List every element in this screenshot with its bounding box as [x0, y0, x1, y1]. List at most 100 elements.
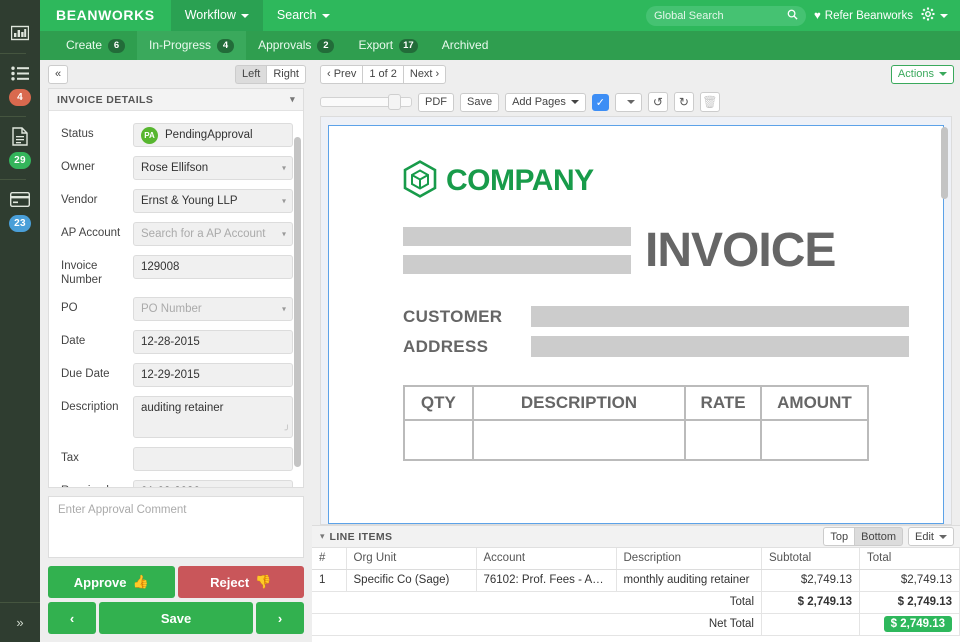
app-root: 4 29 23 » BEANWORKS Workflow Search Glob…: [0, 0, 960, 642]
line-items-tools: Top Bottom Edit: [823, 527, 954, 546]
document-col-qty: QTY: [404, 386, 473, 420]
zoom-slider[interactable]: [320, 94, 412, 110]
invoice-number-input[interactable]: 129008: [133, 255, 293, 279]
net-total-cell: $ 2,749.13: [859, 613, 960, 636]
page-nav-group: ‹ Prev 1 of 2 Next ›: [320, 64, 447, 84]
subnav-item-approvals[interactable]: Approvals 2: [246, 31, 346, 60]
line-items-edit-button[interactable]: Edit: [908, 527, 954, 546]
column-account[interactable]: Account: [476, 548, 617, 570]
line-items-top-button[interactable]: Top: [823, 527, 855, 546]
subnav-item-in-progress[interactable]: In-Progress 4: [137, 31, 247, 60]
approve-reject-row: Approve 👍 Reject 👎: [48, 566, 304, 598]
document-tools-toolbar: PDF Save Add Pages ✓ ↺ ↻ 🗑: [312, 88, 960, 116]
tax-input[interactable]: [133, 446, 293, 471]
undo-button[interactable]: ↺: [647, 92, 668, 112]
add-pages-label: Add Pages: [512, 96, 566, 108]
owner-select[interactable]: Rose Ellifson ▾: [133, 156, 293, 180]
subnav-item-create[interactable]: Create 6: [54, 31, 137, 60]
next-page-button[interactable]: Next ›: [402, 64, 447, 84]
subnav-item-export[interactable]: Export 17: [346, 31, 429, 60]
approval-comment-placeholder: Enter Approval Comment: [58, 504, 187, 516]
topnav-search[interactable]: Search: [263, 0, 344, 31]
rail-expand-button[interactable]: »: [0, 602, 40, 642]
global-search-input[interactable]: Global Search: [645, 5, 806, 26]
description-textarea[interactable]: auditing retainer ╯: [133, 395, 293, 438]
invoice-document[interactable]: COMPANY INVOICE CUSTOMER ADDRESS QTY DES…: [328, 125, 944, 524]
table-row[interactable]: 1 Specific Co (Sage) 76102: Prof. Fees -…: [312, 569, 960, 592]
collapse-panel-button[interactable]: «: [48, 64, 69, 84]
rail-item-payments[interactable]: 23: [0, 180, 40, 242]
zoom-slider-handle[interactable]: [388, 94, 401, 110]
refer-label: Refer Beanworks: [824, 9, 913, 22]
side-toggle-right[interactable]: Right: [266, 64, 306, 84]
document-customer-row: CUSTOMER: [403, 306, 917, 327]
app-brand[interactable]: BEANWORKS: [40, 0, 171, 31]
refer-beanworks-link[interactable]: ♥ Refer Beanworks: [806, 10, 921, 22]
field-description: Description auditing retainer ╯: [61, 395, 293, 438]
settings-menu-button[interactable]: [921, 7, 950, 24]
prev-page-button[interactable]: ‹ Prev: [320, 64, 363, 84]
add-pages-button[interactable]: Add Pages: [505, 92, 586, 112]
vendor-select[interactable]: Ernst & Young LLP ▾: [133, 189, 293, 213]
document-scrollbar-thumb[interactable]: [941, 127, 948, 199]
chevron-down-icon: ▾: [281, 304, 286, 314]
save-button[interactable]: Save: [99, 602, 253, 634]
redacted-bar: [531, 306, 909, 327]
delete-page-button[interactable]: 🗑: [699, 92, 720, 112]
rail-item-dashboard[interactable]: [0, 14, 40, 53]
approval-comment-input[interactable]: Enter Approval Comment: [48, 496, 304, 558]
topnav-workflow[interactable]: Workflow: [170, 0, 263, 31]
ap-account-placeholder: Search for a AP Account: [141, 228, 266, 240]
invoice-details-header[interactable]: INVOICE DETAILS ▾: [49, 89, 303, 111]
document-canvas[interactable]: COMPANY INVOICE CUSTOMER ADDRESS QTY DES…: [320, 116, 952, 525]
credit-card-icon: [9, 189, 31, 209]
ap-account-select[interactable]: Search for a AP Account ▾: [133, 222, 293, 246]
field-status: Status PA PendingApproval: [61, 123, 293, 147]
chevron-down-icon: ▾: [290, 94, 295, 104]
line-items-header: ▾ LINE ITEMS Top Bottom Edit: [312, 526, 960, 548]
global-search-placeholder: Global Search: [653, 9, 724, 22]
resize-grip-icon[interactable]: ╯: [285, 425, 290, 436]
due-date-input[interactable]: 12-29-2015: [133, 362, 293, 387]
column-org-unit[interactable]: Org Unit: [346, 548, 477, 570]
column-subtotal[interactable]: Subtotal: [761, 548, 860, 570]
actions-dropdown-button[interactable]: Actions: [890, 64, 954, 84]
subnav-in-progress-label: In-Progress: [149, 38, 212, 52]
date-input[interactable]: 12-28-2015: [133, 329, 293, 354]
topnav-workflow-label: Workflow: [184, 8, 236, 22]
side-toggle-group: Left Right: [234, 64, 306, 84]
rail-item-invoices-list[interactable]: 4: [0, 54, 40, 116]
line-items-bottom-button[interactable]: Bottom: [854, 527, 904, 546]
chevron-down-icon: [940, 13, 948, 18]
chevron-down-icon[interactable]: ▾: [320, 531, 325, 542]
document-save-button[interactable]: Save: [460, 92, 500, 112]
details-scrollbar-thumb[interactable]: [294, 137, 301, 467]
redo-button[interactable]: ↻: [673, 92, 694, 112]
due-date-value: 12-29-2015: [141, 368, 200, 381]
thumbs-up-icon: 👍: [132, 574, 149, 589]
column-number[interactable]: #: [312, 548, 347, 570]
subnav-approvals-count: 2: [317, 38, 335, 53]
document-cell: [760, 420, 868, 460]
field-owner: Owner Rose Ellifson ▾: [61, 156, 293, 180]
po-select[interactable]: PO Number ▾: [133, 296, 293, 321]
checkbox-dropdown-button[interactable]: [614, 92, 642, 112]
received-input[interactable]: 01-08-2036: [133, 479, 293, 487]
details-scrollbar[interactable]: [294, 137, 301, 487]
actions-label: Actions: [897, 68, 934, 80]
net-total-row: Net Total $ 2,749.13: [312, 613, 960, 636]
column-total[interactable]: Total: [859, 548, 960, 570]
reject-button[interactable]: Reject 👎: [177, 566, 304, 598]
select-all-checkbox[interactable]: ✓: [591, 93, 609, 111]
column-description[interactable]: Description: [616, 548, 762, 570]
rail-item-documents[interactable]: 29: [0, 117, 40, 179]
previous-invoice-button[interactable]: ‹: [48, 602, 96, 634]
approve-button[interactable]: Approve 👍: [48, 566, 175, 598]
next-invoice-button[interactable]: ›: [256, 602, 304, 634]
edit-label: Edit: [915, 530, 934, 543]
subnav-export-label: Export: [358, 38, 394, 52]
subnav-item-archived[interactable]: Archived: [430, 31, 501, 60]
check-icon: ✓: [595, 96, 606, 109]
pdf-button[interactable]: PDF: [418, 92, 454, 112]
side-toggle-left[interactable]: Left: [234, 64, 267, 84]
